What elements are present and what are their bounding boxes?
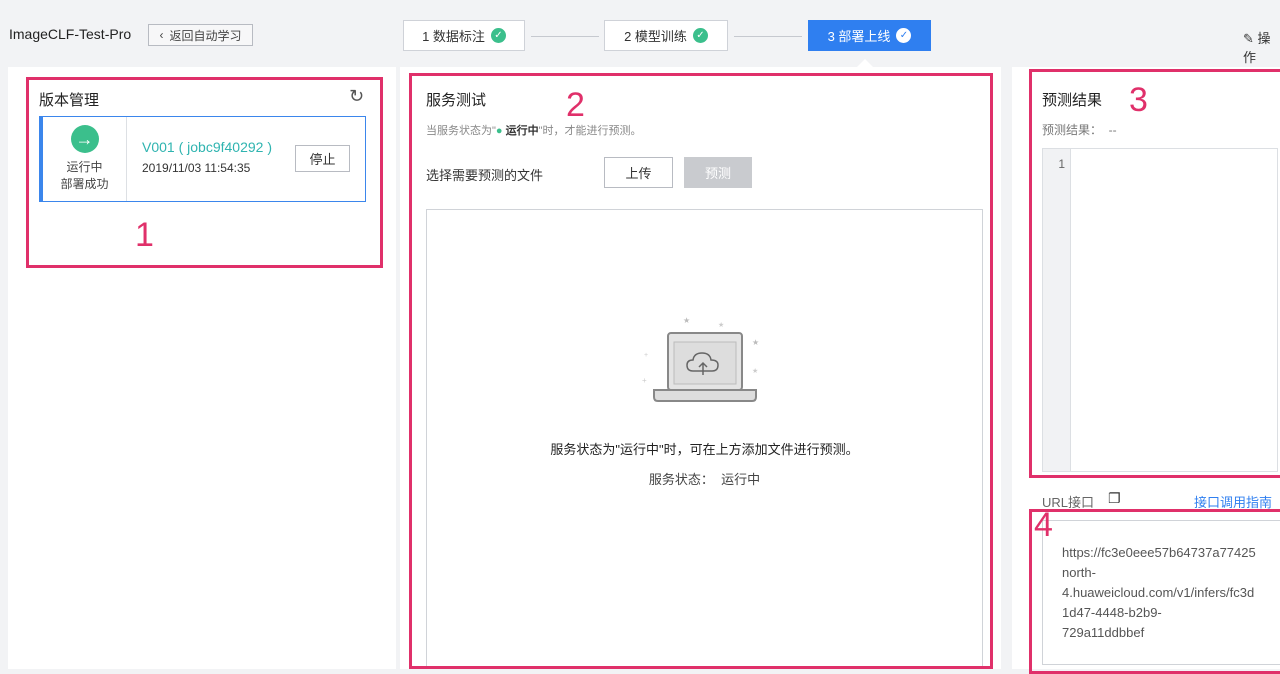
annotation-box-1 — [26, 77, 383, 268]
chevron-left-icon: ‹ — [159, 28, 164, 42]
back-label: 返回自动学习 — [169, 28, 242, 43]
step-connector — [734, 36, 802, 37]
annotation-label-4: 4 — [1034, 506, 1053, 544]
check-icon: ✓ — [896, 28, 912, 43]
check-icon: ✓ — [490, 28, 506, 43]
step-label: 3 部署上线 — [827, 29, 891, 44]
step-label: 2 模型训练 — [624, 29, 687, 44]
project-title: ImageCLF-Test-Pro — [9, 26, 132, 42]
annotation-box-3 — [1029, 69, 1280, 478]
operations-button[interactable]: ✎ 操作 — [1243, 28, 1280, 66]
edit-icon: ✎ — [1243, 31, 1254, 46]
step-deploy[interactable]: 3 部署上线 ✓ — [808, 20, 931, 51]
annotation-box-4 — [1029, 509, 1280, 674]
step-data-labeling[interactable]: 1 数据标注 ✓ — [403, 20, 525, 51]
step-pointer — [857, 59, 873, 67]
annotation-box-2 — [409, 73, 993, 669]
step-model-training[interactable]: 2 模型训练 ✓ — [604, 20, 728, 51]
back-button[interactable]: ‹ 返回自动学习 — [148, 24, 253, 46]
annotation-label-2: 2 — [566, 86, 585, 124]
step-connector — [531, 36, 599, 37]
annotation-label-1: 1 — [135, 216, 154, 254]
annotation-label-3: 3 — [1129, 81, 1148, 119]
step-label: 1 数据标注 — [422, 29, 485, 44]
check-icon: ✓ — [692, 28, 708, 43]
copy-icon[interactable]: ❐ — [1108, 490, 1121, 507]
